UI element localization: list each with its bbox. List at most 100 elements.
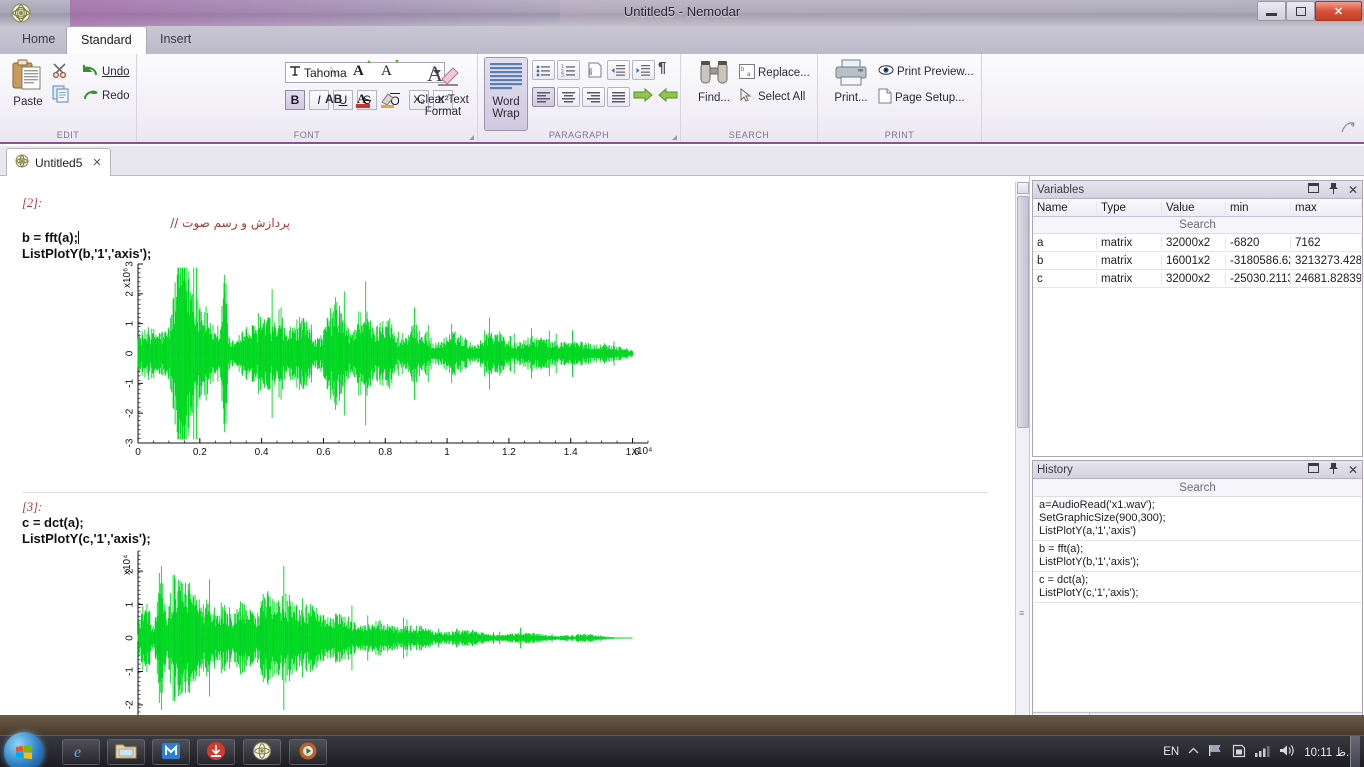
list-item[interactable]: a=AudioRead('x1.wav'); SetGraphicSize(90…	[1034, 497, 1361, 541]
copy-button[interactable]	[52, 85, 70, 106]
replace-label: Replace...	[758, 67, 810, 79]
paste-label: Paste	[13, 96, 42, 108]
table-row[interactable]: a matrix 32000x2 -6820 7162	[1033, 234, 1362, 252]
ribbon-group-search: Find... ba Replace... Select All SEARCH	[681, 54, 818, 142]
scrollbar-thumb[interactable]	[1017, 196, 1029, 428]
file-tab-untitled5[interactable]: Untitled5 ✕	[6, 148, 111, 176]
svg-text:0: 0	[125, 635, 136, 641]
history-list[interactable]: Search a=AudioRead('x1.wav'); SetGraphic…	[1034, 480, 1361, 711]
scroll-up-button[interactable]	[1017, 182, 1029, 194]
paragraph-dialog-launcher[interactable]	[672, 135, 677, 140]
list-item[interactable]: c = dct(a); ListPlotY(c,'1','axis');	[1034, 572, 1361, 603]
shrink-font-button[interactable]: A	[381, 60, 403, 81]
highlight-button[interactable]	[379, 90, 397, 112]
close-icon[interactable]: ✕	[1348, 183, 1358, 197]
volume-icon[interactable]	[1279, 744, 1295, 760]
history-panel-header: History ✕	[1033, 461, 1362, 479]
list-item[interactable]: b = fft(a); ListPlotY(b,'1','axis');	[1034, 541, 1361, 572]
numbering-button[interactable]: 123	[557, 60, 580, 80]
grow-font-button[interactable]: A	[353, 60, 375, 81]
undo-label: Undo	[102, 66, 130, 78]
page-setup-button[interactable]: Page Setup...	[878, 88, 965, 107]
ribbon-tab-insert[interactable]: Insert	[146, 26, 205, 54]
maximize-button[interactable]	[1286, 1, 1315, 21]
justify-button[interactable]	[607, 87, 630, 107]
word-wrap-button[interactable]: Word Wrap	[484, 57, 528, 131]
align-left-button[interactable]	[532, 87, 555, 107]
language-indicator[interactable]: EN	[1163, 746, 1179, 758]
app-menu-orb-icon[interactable]	[8, 1, 34, 25]
taskbar-internet-explorer-button[interactable]: e	[62, 739, 100, 765]
chart-dct-plot[interactable]: x10⁴ 00.20.40.60.811.21.41.6-2-1012	[110, 547, 670, 735]
svg-text:0.2: 0.2	[193, 447, 207, 458]
chart-fft-plot[interactable]: x10⁶ 00.20.40.60.811.21.41.6-3-2-10123 x…	[110, 260, 670, 460]
restore-icon[interactable]	[1308, 463, 1319, 476]
redo-button[interactable]: Redo	[82, 87, 130, 105]
collapse-ribbon-button[interactable]	[1340, 121, 1356, 138]
change-case-button[interactable]: AB	[325, 92, 342, 106]
cut-button[interactable]	[52, 62, 69, 82]
font-dialog-launcher[interactable]	[469, 135, 474, 140]
ribbon-tab-home[interactable]: Home	[8, 26, 69, 54]
select-all-button[interactable]: Select All	[739, 88, 805, 106]
find-button[interactable]: Find...	[693, 59, 735, 104]
table-row[interactable]: c matrix 32000x2 -25030.2113 24681.82839	[1033, 270, 1362, 288]
align-right-button[interactable]	[582, 87, 605, 107]
history-panel: History ✕ Search a=AudioRead('x1.wav'); …	[1032, 460, 1363, 735]
taskbar-nemodar-button[interactable]	[243, 739, 281, 765]
increase-indent-button[interactable]	[632, 60, 655, 80]
close-icon[interactable]: ✕	[1348, 463, 1358, 477]
align-center-button[interactable]	[557, 87, 580, 107]
close-icon[interactable]: ✕	[92, 156, 101, 169]
show-formatting-marks-button[interactable]: ¶	[658, 59, 666, 76]
svg-text:2: 2	[125, 291, 136, 297]
taskbar-maxthon-button[interactable]	[152, 739, 190, 765]
undo-button[interactable]: Undo	[82, 63, 130, 81]
restore-icon[interactable]	[1308, 183, 1319, 196]
minimize-button[interactable]	[1257, 1, 1286, 21]
action-center-icon[interactable]	[1232, 744, 1246, 761]
variables-panel-header: Variables ✕	[1033, 181, 1362, 199]
signal-strength-icon[interactable]	[1255, 745, 1270, 760]
close-button[interactable]: ✕	[1315, 1, 1362, 21]
ltr-direction-button[interactable]	[633, 88, 653, 105]
table-row[interactable]: b matrix 16001x2 -3180586.62 3213273.428	[1033, 252, 1362, 270]
change-case-top-icon[interactable]: Aa	[327, 62, 343, 81]
cell-code-line-2-1: b = fft(a);	[22, 230, 79, 245]
variables-table-header-row: Name Type Value min max	[1033, 199, 1362, 217]
history-search-row[interactable]: Search	[1034, 480, 1361, 497]
show-desktop-button[interactable]	[1350, 736, 1360, 767]
network-flag-icon[interactable]	[1208, 744, 1223, 760]
svg-text:e: e	[74, 744, 81, 761]
pin-icon[interactable]	[1329, 183, 1338, 197]
print-button[interactable]: Print...	[828, 59, 874, 104]
variables-table[interactable]: Name Type Value min max Search a matrix …	[1033, 199, 1362, 456]
scroll-split-handle[interactable]: ≡	[1019, 608, 1024, 618]
page-setup-label: Page Setup...	[895, 92, 965, 104]
font-color-button[interactable]: A	[355, 90, 372, 113]
group-label-paragraph: PARAGRAPH	[478, 130, 680, 140]
text-direction-button[interactable]: abc	[582, 60, 605, 80]
document-vertical-scrollbar[interactable]: ≡	[1015, 182, 1029, 735]
replace-button[interactable]: ba Replace...	[739, 64, 810, 82]
bold-button[interactable]: B	[285, 90, 305, 110]
show-hidden-icons-icon[interactable]	[1188, 746, 1199, 758]
paste-button[interactable]: Paste	[8, 59, 48, 108]
cell-code-line-2-2: ListPlotY(b,'1','axis');	[22, 246, 151, 261]
decrease-indent-button[interactable]	[607, 60, 630, 80]
start-button[interactable]	[4, 732, 44, 767]
ribbon-tab-standard[interactable]: Standard	[66, 26, 147, 54]
clear-text-format-button[interactable]: A Clear Text Format	[407, 59, 479, 118]
notebook-canvas[interactable]: [2]: پردازش و رسم صوت // b = fft(a); Lis…	[0, 182, 1016, 735]
taskbar-file-explorer-button[interactable]	[107, 739, 145, 765]
taskbar: e	[0, 735, 1364, 767]
desktop-background	[0, 715, 1364, 735]
taskbar-media-player-button[interactable]	[289, 739, 327, 765]
clear-format-icon: A	[426, 59, 460, 92]
pin-icon[interactable]	[1329, 463, 1338, 477]
print-preview-button[interactable]: Print Preview...	[878, 64, 974, 79]
rtl-direction-button[interactable]	[658, 88, 678, 105]
variables-search-row[interactable]: Search	[1033, 217, 1362, 234]
bullets-button[interactable]	[532, 60, 555, 80]
taskbar-idm-button[interactable]	[197, 739, 235, 765]
